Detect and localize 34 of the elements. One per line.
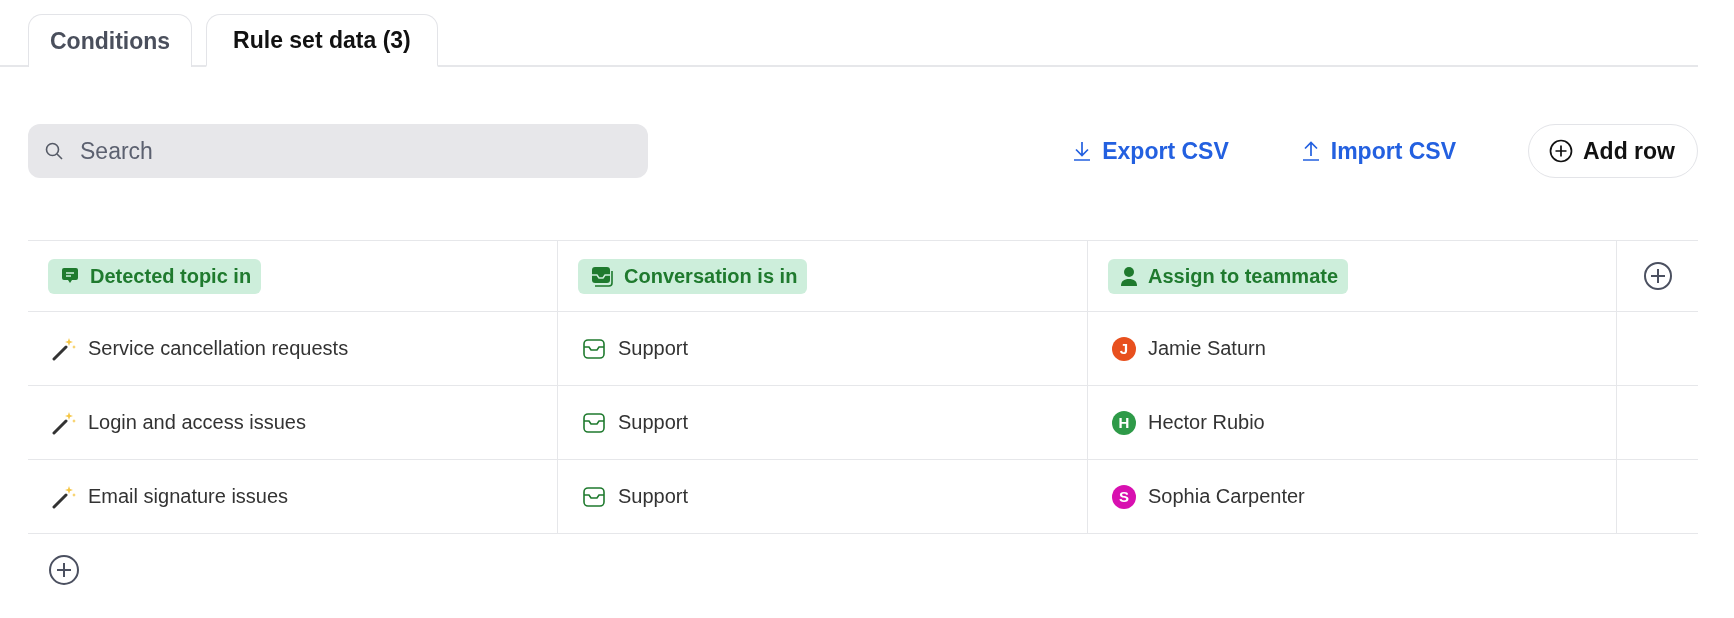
magic-wand-icon: [52, 410, 76, 435]
search-field[interactable]: Search: [28, 124, 648, 178]
column-header-chip[interactable]: Conversation is in: [578, 258, 808, 294]
inbox-icon: [582, 485, 606, 508]
avatar: S: [1112, 484, 1136, 509]
plus-circle-icon: [1549, 139, 1573, 163]
column-header-chip[interactable]: Assign to teammate: [1108, 258, 1349, 294]
table-cell: Email signature issues: [88, 485, 289, 508]
table-cell: Sophia Carpenter: [1148, 485, 1305, 508]
magic-wand-icon: [52, 484, 76, 509]
table-cell: Support: [618, 485, 689, 508]
table-cell: Hector Rubio: [1148, 411, 1265, 434]
magic-wand-icon: [52, 336, 76, 361]
table-cell: Login and access issues: [88, 411, 306, 434]
upload-icon: [1300, 140, 1321, 162]
column-header-chip[interactable]: Detected topic in: [48, 258, 262, 294]
inbox-icon: [590, 265, 614, 287]
table-cell: Service cancellation requests: [88, 337, 349, 360]
import-link[interactable]: Import CSV: [1300, 137, 1456, 165]
tab[interactable]: Conditions: [28, 14, 193, 67]
table-cell: Support: [618, 337, 689, 360]
table-cell: Jamie Saturn: [1148, 337, 1266, 360]
add-column-button[interactable]: [1642, 261, 1673, 291]
inbox-icon: [582, 411, 606, 434]
table-cell: Support: [618, 411, 689, 434]
avatar: J: [1112, 336, 1136, 361]
export-link[interactable]: Export CSV: [1072, 137, 1229, 165]
add-row-icon-button[interactable]: [48, 554, 80, 586]
download-icon: [1072, 140, 1093, 162]
avatar: H: [1112, 410, 1136, 435]
add-row-button[interactable]: Add row: [1528, 124, 1698, 178]
inbox-icon: [582, 337, 606, 360]
tab[interactable]: Rule set data (3): [206, 14, 438, 67]
person-icon: [1120, 266, 1138, 286]
